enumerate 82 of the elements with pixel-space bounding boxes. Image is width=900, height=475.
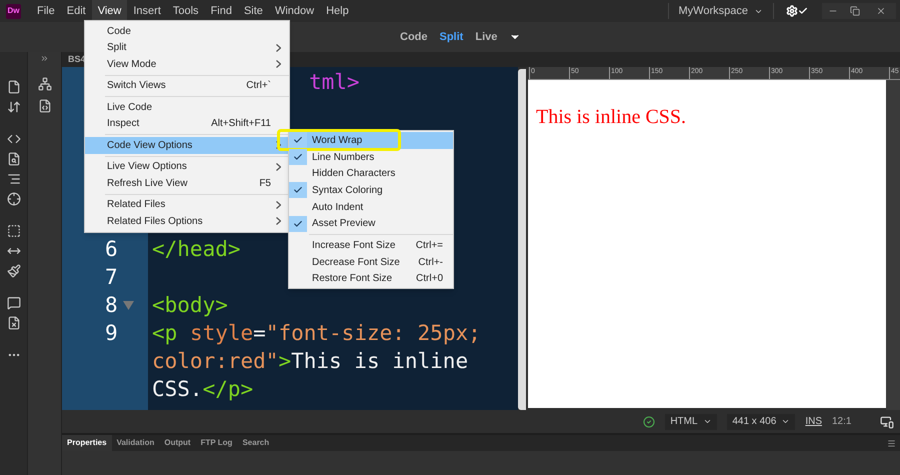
file-cross-icon[interactable] <box>6 316 20 330</box>
restore-icon <box>850 6 860 16</box>
view-mode-button[interactable]: Code <box>400 28 428 46</box>
menu-item[interactable]: Split <box>85 40 289 56</box>
code-text: </head> <box>152 237 241 261</box>
menu-item[interactable]: Site <box>238 0 269 22</box>
caret-icon <box>781 417 790 426</box>
code-text: "font-size: 25px; <box>266 321 481 345</box>
panel-tab[interactable]: FTP Log <box>196 435 238 451</box>
code-file-icon[interactable] <box>38 99 52 113</box>
menu-item[interactable]: Syntax Coloring <box>289 182 453 199</box>
crosshair-icon[interactable] <box>6 192 20 206</box>
lines-icon[interactable] <box>6 172 20 186</box>
brush-icon[interactable] <box>6 264 20 278</box>
menu-item[interactable]: Code <box>85 23 289 40</box>
caret-icon <box>703 417 712 426</box>
menu-item[interactable]: Live Code <box>85 99 289 116</box>
menu-item[interactable]: Related Files <box>85 196 289 213</box>
menu-item[interactable]: Find <box>204 0 238 22</box>
menu-item[interactable]: Window <box>268 0 320 22</box>
menu-item[interactable]: Line Numbers <box>289 148 453 166</box>
panel-menu-icon[interactable] <box>887 438 896 448</box>
close-icon <box>876 6 886 16</box>
menu-item[interactable]: Auto Indent <box>289 198 453 216</box>
code-window-icon[interactable] <box>6 132 20 146</box>
close-button[interactable] <box>866 3 896 19</box>
code-text: style <box>190 321 254 345</box>
sync-settings-icon[interactable] <box>786 5 808 17</box>
device-preview-icon[interactable] <box>880 414 894 428</box>
line-number: 9 <box>105 320 118 347</box>
code-text: > <box>278 349 292 373</box>
code-text: <body> <box>152 293 228 317</box>
code-text: </p> <box>202 377 254 401</box>
dashed-box-icon[interactable] <box>6 224 20 238</box>
scrollbar[interactable] <box>518 69 526 410</box>
menu-item[interactable]: Asset Preview <box>289 215 453 232</box>
view-mode-button[interactable]: Live <box>475 28 498 46</box>
code-text: <p <box>152 321 178 345</box>
menu-item[interactable]: Inspect Alt+Shift+F11 <box>85 116 289 132</box>
menu-item[interactable]: Hidden Characters <box>289 165 453 182</box>
preview-text: This is inline CSS. <box>536 106 686 128</box>
menu-item[interactable]: View <box>92 0 128 22</box>
hierarchy-icon[interactable] <box>38 77 52 91</box>
menu-item[interactable]: Live View Options <box>85 158 289 175</box>
code-text: This is inline <box>291 349 468 373</box>
sort-arrows-icon[interactable] <box>6 100 20 114</box>
document-preview-icon[interactable] <box>6 152 20 166</box>
code-text: CSS. <box>152 377 203 401</box>
code-text: color:red" <box>152 349 278 373</box>
view-mode-button[interactable]: Split <box>440 28 464 46</box>
menu-item[interactable]: File <box>31 0 61 22</box>
panel-tab[interactable]: Search <box>237 435 274 451</box>
menu-item[interactable]: Insert <box>127 0 167 22</box>
menu-item[interactable]: Restore Font Size Ctrl+0 <box>289 270 453 288</box>
file-icon[interactable] <box>6 80 20 94</box>
code-text: = <box>253 321 266 345</box>
window-size-dropdown[interactable]: 441 x 406 <box>727 414 796 430</box>
menu-item[interactable]: Refresh Live View F5 <box>85 175 289 192</box>
line-number: 7 <box>105 264 118 291</box>
cursor-position: 12:1 <box>832 415 852 429</box>
panel-tab[interactable]: Properties <box>62 435 112 451</box>
menu-item[interactable]: Edit <box>60 0 92 22</box>
code-text: tml> <box>309 70 360 94</box>
menu-item[interactable]: Switch Views Ctrl+` <box>85 78 289 94</box>
expand-icon[interactable] <box>40 54 49 63</box>
menu-item[interactable]: Help <box>320 0 355 22</box>
menu-item[interactable]: Decrease Font Size Ctrl+- <box>289 254 453 270</box>
insert-mode-toggle[interactable]: INS <box>805 414 822 429</box>
app-logo: Dw <box>6 4 21 18</box>
line-number: 8 <box>105 292 118 319</box>
menu-item[interactable]: Word Wrap <box>289 132 453 149</box>
panel-tab[interactable]: Validation <box>112 435 160 451</box>
menu-item[interactable]: Related Files Options <box>85 213 289 230</box>
panel-tab[interactable]: Output <box>159 435 196 451</box>
line-number: 6 <box>105 236 118 263</box>
document-type-dropdown[interactable]: HTML <box>665 414 718 430</box>
menu-item[interactable]: Code View Options <box>85 137 289 154</box>
menu-item[interactable]: Tools <box>166 0 205 22</box>
comment-icon[interactable] <box>6 296 20 310</box>
menu-item[interactable]: Increase Font Size Ctrl+= <box>289 237 453 254</box>
valid-check-icon[interactable] <box>643 416 656 428</box>
workspace-switcher[interactable]: MyWorkspace <box>668 2 774 20</box>
